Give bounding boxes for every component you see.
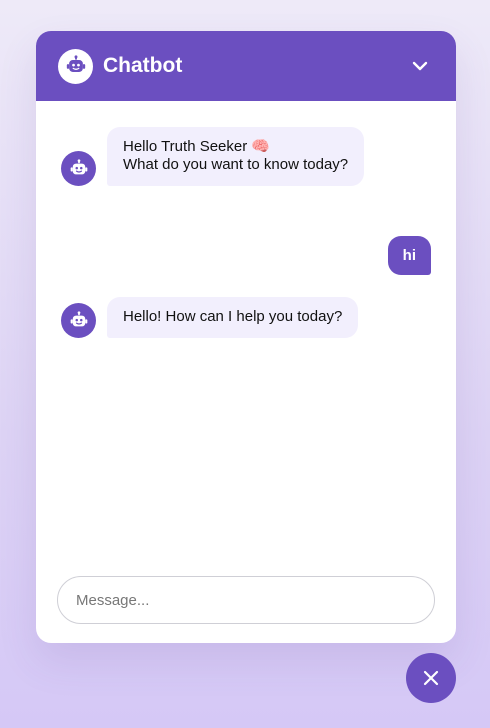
message-input[interactable] (57, 576, 435, 624)
chatbot-toggle-button[interactable] (406, 653, 456, 703)
bot-message: Hello Truth Seeker 🧠 What do you want to… (61, 127, 365, 186)
bot-message-bubble: Hello Truth Seeker 🧠 What do you want to… (107, 127, 365, 186)
message-text: Hello Truth Seeker 🧠 (123, 138, 271, 155)
bot-message: Hello! How can I help you today? (61, 297, 359, 338)
chat-header: Chatbot (36, 31, 456, 101)
bot-message-bubble: Hello! How can I help you today? (107, 297, 359, 338)
chat-footer (57, 576, 435, 624)
bot-avatar (61, 151, 96, 186)
user-message: hi (387, 236, 431, 275)
robot-icon (70, 310, 87, 326)
chat-title: Chatbot (103, 54, 183, 77)
chat-window: Chatbot Hello Truth Seeker 🧠 What do you… (36, 31, 456, 643)
collapse-button[interactable] (406, 52, 434, 80)
bot-avatar (61, 303, 96, 338)
user-message-bubble: hi (387, 236, 431, 275)
message-text: Hello! How can I help you today? (123, 308, 343, 325)
robot-icon (70, 158, 87, 174)
chevron-down-icon (412, 61, 428, 71)
robot-icon (58, 48, 93, 84)
chat-body: Hello Truth Seeker 🧠 What do you want to… (36, 101, 456, 573)
message-text: What do you want to know today? (123, 156, 349, 173)
close-icon (423, 670, 439, 686)
